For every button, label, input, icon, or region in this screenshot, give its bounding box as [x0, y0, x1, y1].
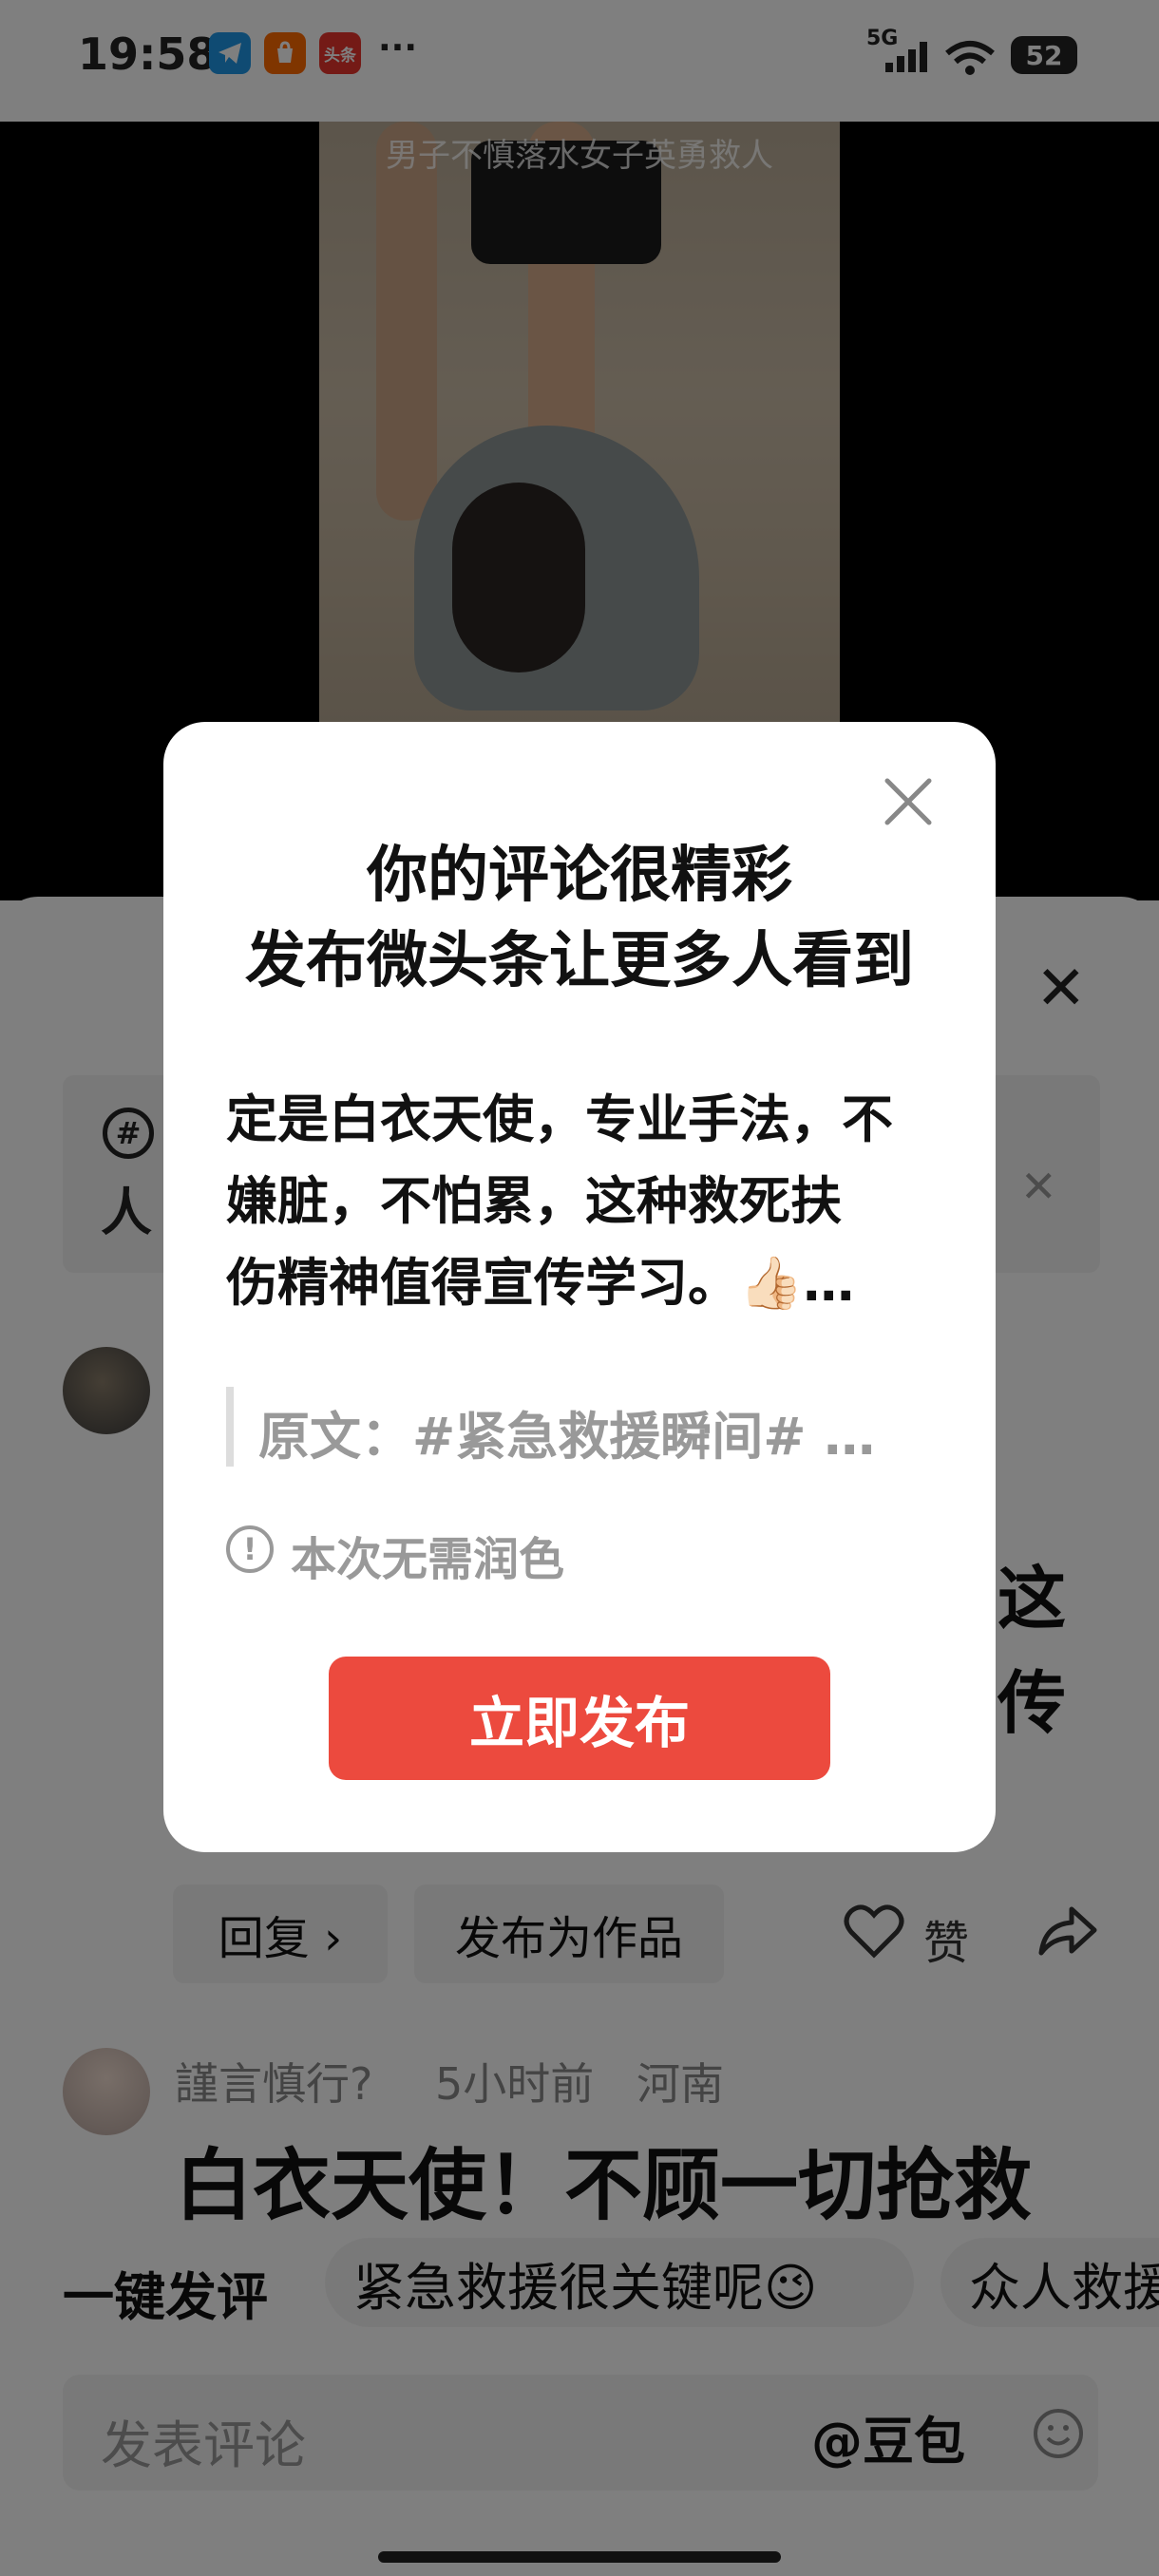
- quote-bar: [226, 1387, 234, 1467]
- publish-dialog: 你的评论很精彩 发布微头条让更多人看到 定是白衣天使，专业手法，不 嫌脏，不怕累…: [163, 722, 996, 1852]
- dialog-title: 你的评论很精彩: [367, 841, 792, 911]
- original-quote: 原文：#紧急救援瞬间# …: [258, 1407, 876, 1467]
- polish-note: 本次无需润色: [291, 1533, 565, 1586]
- publish-now-button[interactable]: 立即发布: [329, 1657, 830, 1780]
- dialog-comment-text: 定是白衣天使，专业手法，不 嫌脏，不怕累，这种救死扶 伤精神值得宣传学习。👍🏻…: [226, 1089, 893, 1313]
- close-icon[interactable]: [882, 775, 935, 828]
- info-icon: !: [226, 1525, 274, 1573]
- dialog-subtitle: 发布微头条让更多人看到: [245, 926, 914, 996]
